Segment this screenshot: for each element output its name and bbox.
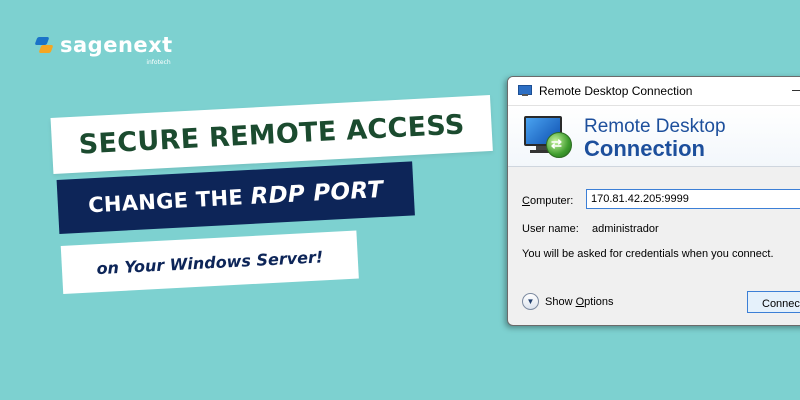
rdp-window-title: Remote Desktop Connection (539, 84, 693, 98)
credentials-info-text: You will be asked for credentials when y… (522, 248, 774, 260)
logo-text: sagenext (60, 33, 173, 57)
computer-input[interactable] (586, 189, 800, 209)
computer-label-rest: omputer: (529, 195, 574, 207)
connect-button[interactable]: Connect (747, 291, 800, 313)
sagenext-logo: sagenext infotech (34, 30, 173, 66)
show-options-label: Show Options (545, 296, 614, 308)
rdp-header: ⇄ Remote Desktop Connection (508, 106, 800, 167)
rdp-monitor-globe-icon: ⇄ (524, 114, 574, 160)
username-value: administrador (592, 223, 659, 235)
logo-wordmark: sagenext infotech (60, 33, 173, 66)
headline-text: SECURE REMOTE ACCESS (78, 108, 466, 161)
subheadline-banner: CHANGE THE RDP PORT (56, 161, 415, 234)
computer-label: Computer: (522, 195, 573, 207)
chevron-down-icon[interactable]: ▼ (522, 293, 539, 310)
show-options-toggle[interactable]: ▼ Show Options (522, 293, 614, 310)
show-options-prefix: Show (545, 295, 576, 308)
subheadline-prefix: CHANGE THE (87, 184, 252, 218)
rdp-app-icon (518, 85, 532, 97)
username-label: User name: (522, 223, 579, 235)
tagline-text: on Your Windows Server! (96, 246, 324, 278)
rdp-titlebar[interactable]: Remote Desktop Connection (508, 77, 800, 106)
headline-banner: SECURE REMOTE ACCESS (50, 95, 493, 174)
sagenext-logo-icon (34, 35, 56, 55)
rdp-header-title-line2: Connection (584, 136, 705, 161)
show-options-accesskey: O (575, 295, 585, 308)
subheadline-text: CHANGE THE RDP PORT (88, 177, 384, 218)
rdp-dialog-window: Remote Desktop Connection ⇄ Remote Deskt… (507, 76, 800, 326)
computer-label-accesskey: C (522, 195, 530, 207)
tagline-banner: on Your Windows Server! (60, 230, 359, 294)
rdp-header-title-line1: Remote Desktop (584, 116, 726, 137)
subheadline-emphasis: RDP PORT (249, 176, 384, 210)
minimize-icon[interactable] (792, 90, 800, 91)
logo-subtext: infotech (146, 59, 171, 66)
show-options-rest: ptions (584, 295, 614, 308)
